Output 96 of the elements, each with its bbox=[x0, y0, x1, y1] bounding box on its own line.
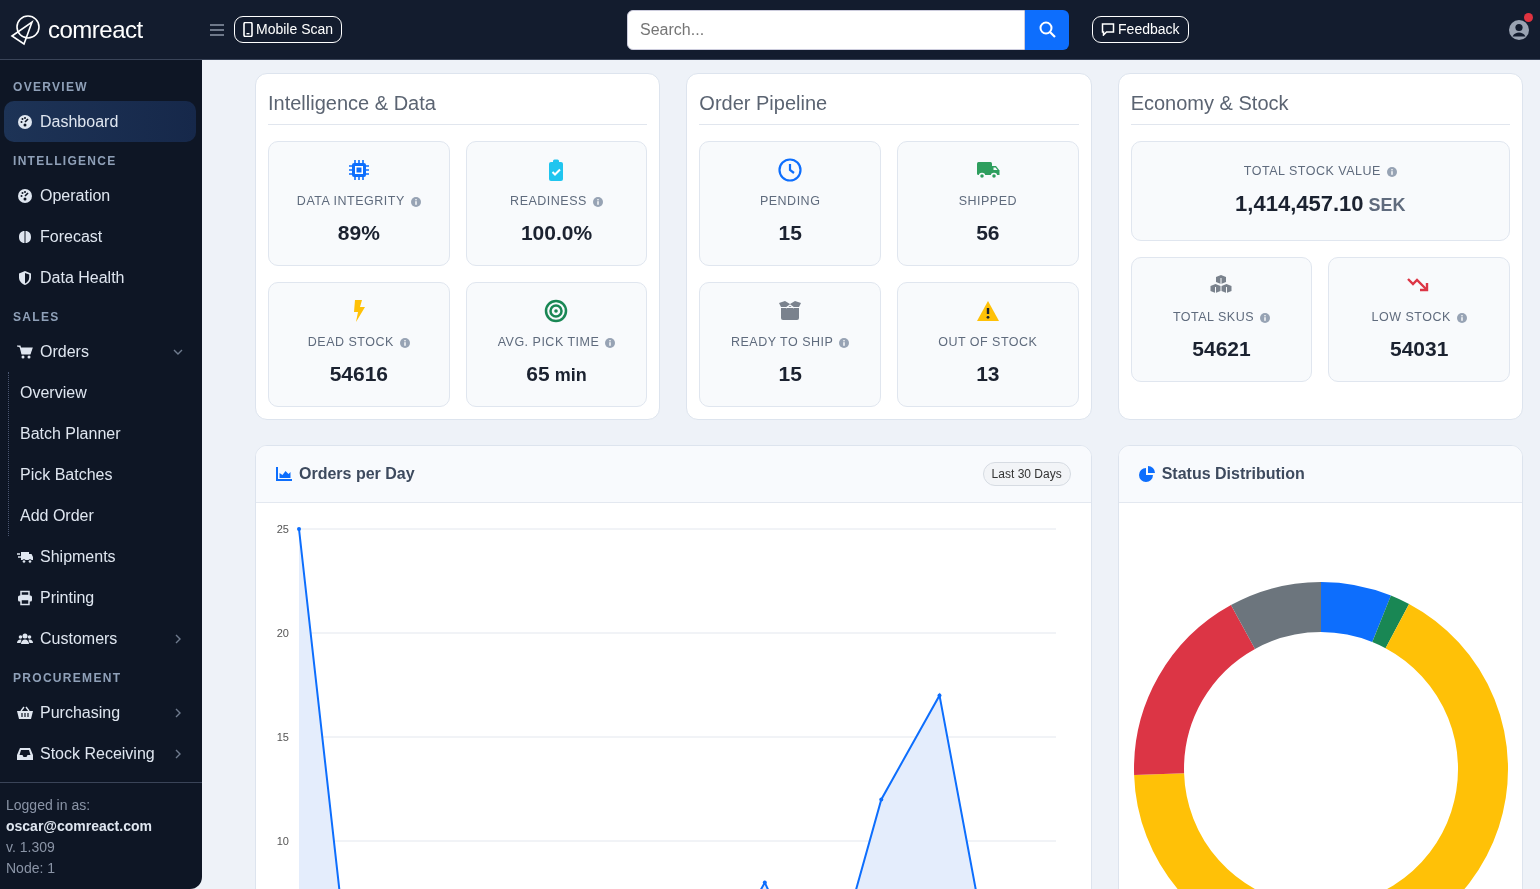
user-avatar-icon[interactable] bbox=[1508, 19, 1530, 42]
section-title: PROCUREMENT bbox=[12, 670, 123, 687]
chart-title: Status Distribution bbox=[1161, 464, 1305, 484]
stat-label: READY TO SHIP bbox=[730, 334, 834, 352]
menu-item-icon bbox=[17, 187, 33, 204]
info-icon[interactable] bbox=[839, 337, 850, 348]
chevron-icon bbox=[173, 749, 183, 760]
search-button[interactable] bbox=[1025, 9, 1070, 50]
stat-label: SHIPPED bbox=[958, 193, 1017, 211]
data-point bbox=[937, 693, 942, 698]
info-icon[interactable] bbox=[399, 337, 410, 348]
stat-value: 54616 bbox=[329, 361, 389, 388]
info-icon[interactable] bbox=[592, 196, 603, 207]
stat-label: READINESS bbox=[510, 193, 587, 211]
sidebar-item[interactable]: Printing bbox=[4, 577, 196, 618]
y-tick-label: 15 bbox=[276, 731, 289, 743]
stat-label: LOW STOCK bbox=[1371, 309, 1451, 327]
sidebar-item[interactable]: Customers bbox=[4, 618, 196, 659]
version-text: v. 1.309 bbox=[6, 838, 56, 857]
stat-label: DEAD STOCK bbox=[307, 334, 394, 352]
range-badge: Last 30 Days bbox=[982, 462, 1071, 486]
stat-unit: min bbox=[554, 364, 587, 388]
chart-title: Orders per Day bbox=[299, 464, 415, 484]
stat-label: TOTAL SKUS bbox=[1172, 309, 1255, 327]
stat-value: 89% bbox=[337, 220, 380, 247]
y-tick-label: 20 bbox=[276, 627, 289, 639]
menu-item-icon bbox=[17, 343, 33, 360]
sidebar-item[interactable]: Shipments bbox=[4, 536, 196, 577]
stat-value: 13 bbox=[976, 361, 1000, 388]
info-icon[interactable] bbox=[1386, 166, 1397, 177]
stat-value: 54031 bbox=[1389, 336, 1449, 363]
info-icon[interactable] bbox=[605, 337, 616, 348]
chat-icon bbox=[1101, 23, 1116, 36]
info-icon[interactable] bbox=[410, 196, 421, 207]
sidebar-item[interactable]: Forecast bbox=[4, 216, 196, 257]
clock-icon bbox=[778, 158, 803, 183]
stat-value: 65 bbox=[526, 361, 550, 388]
section-title: SALES bbox=[12, 309, 61, 326]
submenu-item[interactable]: Overview bbox=[9, 372, 202, 413]
data-point bbox=[879, 797, 884, 802]
sidebar-item[interactable]: Orders bbox=[4, 331, 196, 372]
target-icon bbox=[544, 299, 569, 324]
sidebar-item[interactable]: Stock Receiving bbox=[4, 733, 196, 774]
menu-icon[interactable] bbox=[210, 24, 224, 37]
sidebar-item[interactable]: Purchasing bbox=[4, 692, 196, 733]
phone-icon bbox=[243, 22, 253, 37]
warning-icon bbox=[975, 299, 1000, 324]
data-point bbox=[762, 880, 767, 885]
area-chart-icon bbox=[276, 467, 292, 481]
sidebar-item[interactable]: Dashboard bbox=[4, 101, 196, 142]
submenu-item[interactable]: Add Order bbox=[9, 495, 202, 536]
section-title: INTELLIGENCE bbox=[12, 153, 118, 170]
stat-label: AVG. PICK TIME bbox=[497, 334, 600, 352]
panel-title: Economy & Stock bbox=[1130, 86, 1510, 125]
panel-title: Order Pipeline bbox=[699, 86, 1079, 125]
panel-title: Intelligence & Data bbox=[268, 86, 648, 125]
stat-label: PENDING bbox=[759, 193, 821, 211]
user-email: oscar@comreact.com bbox=[6, 817, 153, 836]
stat-label: OUT OF STOCK bbox=[938, 334, 1038, 352]
search-field[interactable]: Search... bbox=[627, 9, 1026, 50]
stat-value: 100.0% bbox=[520, 220, 593, 247]
pie-chart-icon bbox=[1138, 466, 1155, 482]
chevron-icon bbox=[173, 634, 183, 645]
brand-name: comreact bbox=[48, 14, 143, 45]
stat-unit: SEK bbox=[1368, 193, 1406, 217]
menu-item-icon bbox=[17, 228, 33, 245]
menu-item-icon bbox=[17, 589, 33, 606]
y-tick-label: 25 bbox=[276, 523, 289, 535]
section-title: OVERVIEW bbox=[12, 79, 89, 96]
chip-icon bbox=[346, 158, 371, 183]
stat-label: DATA INTEGRITY bbox=[296, 193, 405, 211]
menu-item-icon bbox=[17, 113, 33, 130]
search-icon bbox=[1038, 21, 1056, 38]
info-icon[interactable] bbox=[1456, 312, 1467, 323]
submenu-item[interactable]: Batch Planner bbox=[9, 413, 202, 454]
stat-label: TOTAL STOCK VALUE bbox=[1243, 163, 1381, 181]
data-point bbox=[297, 527, 301, 531]
sidebar-item[interactable]: Data Health bbox=[4, 257, 196, 298]
feedback-button[interactable]: Feedback bbox=[1092, 16, 1189, 43]
mobile-scan-button[interactable]: Mobile Scan bbox=[234, 16, 343, 43]
y-tick-label: 10 bbox=[276, 835, 289, 847]
stat-value: 1,414,457.10 bbox=[1235, 189, 1364, 218]
sidebar-item[interactable]: Operation bbox=[4, 175, 196, 216]
logged-in-label: Logged in as: bbox=[6, 796, 92, 815]
menu-item-icon bbox=[17, 745, 33, 762]
stat-value: 56 bbox=[976, 220, 1000, 247]
info-icon[interactable] bbox=[1260, 312, 1271, 323]
stat-value: 54621 bbox=[1192, 336, 1251, 363]
node-text: Node: 1 bbox=[6, 859, 57, 878]
menu-item-icon bbox=[17, 269, 33, 286]
stat-value: 15 bbox=[778, 220, 802, 247]
stat-value: 15 bbox=[778, 361, 802, 388]
logo-icon bbox=[10, 13, 42, 46]
chevron-icon bbox=[173, 708, 183, 719]
menu-item-icon bbox=[17, 704, 33, 721]
submenu-item[interactable]: Pick Batches bbox=[9, 454, 202, 495]
